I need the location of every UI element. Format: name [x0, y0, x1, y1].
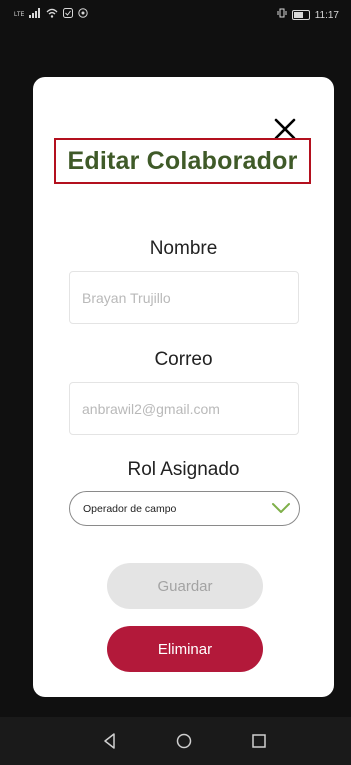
save-button[interactable]: Guardar	[107, 563, 263, 609]
email-label: Correo	[154, 349, 213, 370]
status-bar: LTE 11:17	[0, 0, 351, 28]
phone-screen: LTE 11:17 Editar Colaborador Nombre Bray…	[0, 0, 351, 765]
status-left-icons: LTE	[14, 8, 88, 22]
navigation-bar	[0, 717, 351, 765]
role-selected-value: Operador de campo	[83, 502, 177, 515]
status-time: 11:17	[314, 9, 339, 21]
notification-icon	[63, 8, 73, 22]
role-select[interactable]: Operador de campo	[69, 491, 300, 526]
back-icon	[104, 733, 115, 749]
name-label: Nombre	[149, 238, 218, 259]
recents-icon	[252, 734, 266, 748]
title-highlight-box: Editar Colaborador	[54, 138, 311, 184]
whatsapp-icon	[78, 8, 88, 22]
edit-collaborator-modal: Editar Colaborador Nombre Brayan Trujill…	[33, 77, 334, 697]
role-label: Rol Asignado	[127, 459, 240, 480]
chevron-down-icon	[271, 500, 291, 516]
home-icon	[176, 733, 192, 749]
battery-icon	[291, 10, 310, 20]
recents-button[interactable]	[249, 731, 269, 751]
signal-icon	[29, 8, 41, 22]
wifi-icon	[46, 8, 58, 22]
name-value: Brayan Trujillo	[82, 289, 171, 306]
vibrate-icon	[277, 8, 287, 22]
email-field[interactable]: anbrawil2@gmail.com	[69, 382, 299, 435]
lte-icon: LTE	[14, 8, 25, 22]
back-button[interactable]	[100, 731, 120, 751]
status-right-icons: 11:17	[277, 8, 339, 22]
home-button[interactable]	[174, 731, 194, 751]
delete-button[interactable]: Eliminar	[107, 626, 263, 672]
svg-text:LTE: LTE	[14, 12, 24, 18]
modal-title: Editar Colaborador	[67, 146, 298, 175]
email-value: anbrawil2@gmail.com	[82, 400, 220, 417]
name-field[interactable]: Brayan Trujillo	[69, 271, 299, 324]
